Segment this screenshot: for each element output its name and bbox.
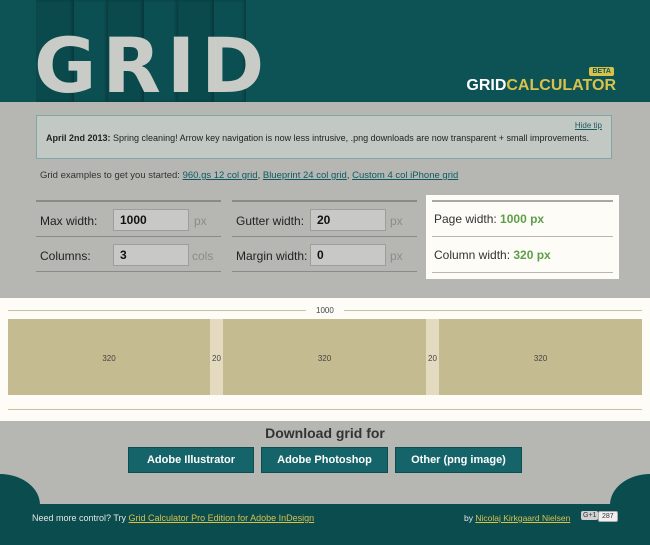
grid-preview: 1000 320 20 320 20 320 xyxy=(0,298,650,421)
grid-column: 320 xyxy=(223,319,426,395)
results-panel: Page width: 1000 px Column width: 320 px xyxy=(426,195,619,279)
columns-row: Columns: 3 cols xyxy=(36,237,221,272)
gutter-width-unit: px xyxy=(390,214,403,228)
download-png-button[interactable]: Other (png image) xyxy=(395,447,522,473)
hide-tip-link[interactable]: Hide tip xyxy=(575,121,602,130)
columns-label: Columns: xyxy=(40,249,91,263)
max-width-unit: px xyxy=(194,214,207,228)
tip-message: Spring cleaning! Arrow key navigation is… xyxy=(110,133,590,143)
examples-prefix: Grid examples to get you started: xyxy=(40,170,183,181)
max-width-row: Max width: 1000 px xyxy=(36,202,221,237)
results-divider xyxy=(432,200,613,202)
column-width-label: Column width: xyxy=(434,248,514,262)
columns-input[interactable]: 3 xyxy=(113,244,189,266)
tip-date: April 2nd 2013: xyxy=(46,133,111,143)
grid-gutter: 20 xyxy=(210,319,223,395)
footer-curve xyxy=(610,474,650,505)
column-width-result: Column width: 320 px xyxy=(434,248,613,262)
page-width-value: 1000 px xyxy=(500,212,545,226)
grid-examples: Grid examples to get you started: 960.gs… xyxy=(40,170,458,181)
grid-gutter: 20 xyxy=(426,319,439,395)
margin-width-input[interactable]: 0 xyxy=(310,244,386,266)
gutter-width-input[interactable]: 20 xyxy=(310,209,386,231)
gutter-width-label: Gutter width: xyxy=(236,214,305,228)
gutter-width-row: Gutter width: 20 px xyxy=(232,202,417,237)
footer-promo-text: Need more control? Try xyxy=(32,513,129,523)
footer-promo: Need more control? Try Grid Calculator P… xyxy=(32,513,314,523)
gplus-count: 287 xyxy=(598,511,618,522)
download-title: Download grid for xyxy=(265,425,385,441)
margin-width-row: Margin width: 0 px xyxy=(232,237,417,272)
column-width-label: 320 xyxy=(317,354,332,363)
gutter-width-label: 20 xyxy=(428,354,437,363)
header: GRID BETA GRIDCALCULATOR xyxy=(0,0,650,102)
grid-column: 320 xyxy=(439,319,642,395)
total-width-label: 1000 xyxy=(316,306,334,315)
brand-title-white: GRID xyxy=(466,77,507,94)
gutter-width-label: 20 xyxy=(212,354,221,363)
max-width-label: Max width: xyxy=(40,214,98,228)
grid-column: 320 xyxy=(8,319,210,395)
tip-box: Hide tip April 2nd 2013: Spring cleaning… xyxy=(36,115,612,159)
download-photoshop-button[interactable]: Adobe Photoshop xyxy=(261,447,388,473)
column-width-label: 320 xyxy=(102,354,116,363)
author-link[interactable]: Nicolaj Kirkgaard Nielsen xyxy=(475,513,570,523)
brand-title[interactable]: GRIDCALCULATOR xyxy=(466,78,616,94)
results-divider xyxy=(432,272,613,273)
download-illustrator-button[interactable]: Adobe Illustrator xyxy=(128,447,254,473)
brand-title-yellow: CALCULATOR xyxy=(506,77,616,94)
footer: Need more control? Try Grid Calculator P… xyxy=(0,504,650,545)
pro-edition-link[interactable]: Grid Calculator Pro Edition for Adobe In… xyxy=(129,513,315,523)
ruler-line xyxy=(8,409,642,410)
max-width-input[interactable]: 1000 xyxy=(113,209,189,231)
example-link-iphone[interactable]: Custom 4 col iPhone grid xyxy=(352,170,458,181)
example-link-blueprint[interactable]: Blueprint 24 col grid xyxy=(263,170,347,181)
columns-unit: cols xyxy=(192,249,214,263)
page-width-label: Page width: xyxy=(434,212,501,226)
beta-badge: BETA xyxy=(589,67,614,76)
ruler-line xyxy=(8,310,306,311)
page-width-result: Page width: 1000 px xyxy=(434,212,613,226)
logo[interactable]: GRID xyxy=(34,28,270,103)
tip-text: April 2nd 2013: Spring cleaning! Arrow k… xyxy=(46,133,589,143)
column-width-label: 320 xyxy=(533,354,548,363)
example-link-960gs[interactable]: 960.gs 12 col grid xyxy=(183,170,258,181)
margin-width-unit: px xyxy=(390,249,403,263)
gplus-button[interactable]: G+1 xyxy=(581,511,599,520)
ruler-line xyxy=(344,310,642,311)
column-width-value: 320 px xyxy=(513,248,551,262)
margin-width-label: Margin width: xyxy=(236,249,308,263)
footer-credit: by Nicolaj Kirkgaard Nielsen xyxy=(464,513,570,523)
footer-credit-text: by xyxy=(464,513,476,523)
footer-curve xyxy=(0,474,40,505)
results-divider xyxy=(432,236,613,237)
